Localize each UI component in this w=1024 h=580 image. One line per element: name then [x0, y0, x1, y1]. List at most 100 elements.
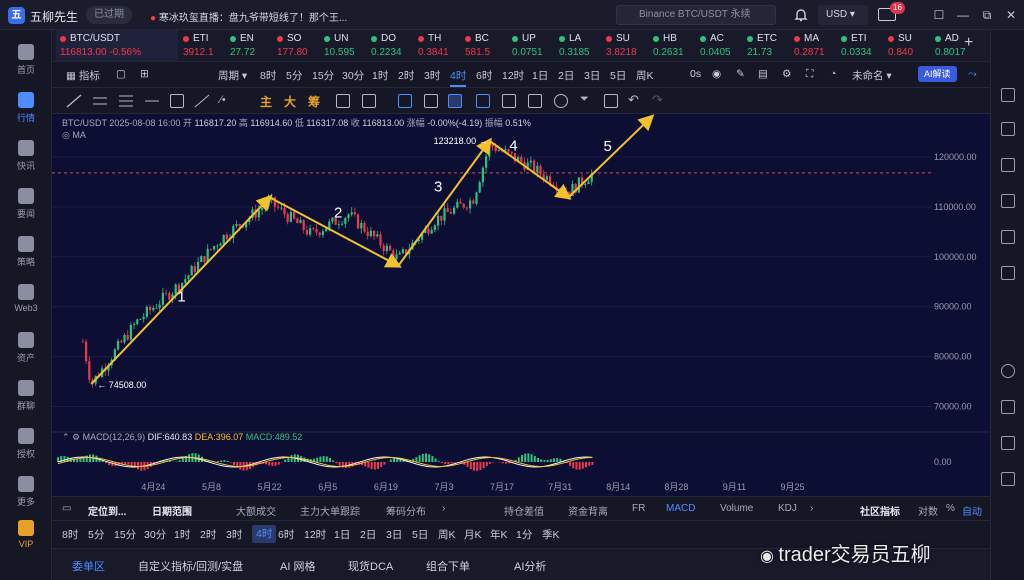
symbol-tab[interactable]: UP 0.0751 — [508, 30, 554, 61]
seconds-button[interactable]: 0s — [690, 68, 701, 80]
list-icon[interactable] — [1001, 122, 1015, 136]
ray-icon[interactable] — [194, 94, 210, 108]
collapse-icon[interactable]: ▭ — [62, 503, 71, 514]
user-icon[interactable] — [1001, 364, 1015, 378]
symbol-tab[interactable]: DO 0.2234 — [367, 30, 413, 61]
interval-2时[interactable]: 2时 — [398, 68, 414, 83]
interval-3时[interactable]: 3时 — [424, 68, 440, 83]
nav-chat[interactable]: 群聊 — [0, 380, 52, 412]
macd-legend[interactable]: ⌃ ⚙ MACD(12,26,9) DIF:640.83 DEA:396.07 … — [62, 432, 302, 443]
tab-ai-grid[interactable]: AI 网格 — [280, 558, 315, 574]
indicator-big-trade[interactable]: 大额成交 — [236, 503, 276, 518]
period-5分[interactable]: 5分 — [88, 527, 104, 542]
bell-icon[interactable] — [794, 7, 808, 23]
add-tab-button[interactable]: + — [964, 34, 973, 52]
cycle-icon[interactable] — [336, 94, 350, 108]
indicator-main-force[interactable]: 主力大单跟踪 — [300, 503, 360, 518]
symbol-tab[interactable]: AC 0.0405 — [696, 30, 742, 61]
nav-more[interactable]: 更多 — [0, 476, 52, 508]
news-ticker[interactable]: ● 寒冰玖玺直播：盘九爷带短线了！那个王... — [150, 9, 347, 24]
period-3日[interactable]: 3日 — [386, 527, 402, 542]
interval-15分[interactable]: 15分 — [312, 68, 334, 83]
alert-icon[interactable] — [1001, 266, 1015, 280]
symbol-tab[interactable]: BC 581.5 — [461, 30, 507, 61]
interval-12时[interactable]: 12时 — [502, 68, 524, 83]
calendar-icon[interactable]: ▢ — [116, 68, 126, 80]
interval-1时[interactable]: 1时 — [372, 68, 388, 83]
interval-5分[interactable]: 5分 — [286, 68, 302, 83]
period-周K[interactable]: 周K — [438, 527, 456, 542]
trash-icon[interactable] — [604, 94, 618, 108]
symbol-tab[interactable]: EN 27.72 — [226, 30, 272, 61]
locate-button[interactable]: 定位到... — [88, 503, 126, 518]
nav-strategy[interactable]: 策略 — [0, 236, 52, 268]
community-indicators[interactable]: 社区指标 — [860, 503, 900, 518]
restore-icon[interactable]: ☐ — [932, 8, 946, 22]
camera-icon[interactable]: ◉ — [712, 68, 721, 80]
indicator-macd[interactable]: MACD — [666, 503, 695, 514]
paint-icon[interactable] — [448, 94, 462, 108]
indicator-fr[interactable]: FR — [632, 503, 645, 514]
interval-30分[interactable]: 30分 — [342, 68, 364, 83]
nav-auth[interactable]: 授权 — [0, 428, 52, 460]
symbol-tab[interactable]: ETC 21.73 — [743, 30, 789, 61]
big-order-tag[interactable]: 大 — [284, 93, 296, 110]
nav-web3[interactable]: Web3 — [0, 284, 52, 313]
indicator-oi-diff[interactable]: 持仓差值 — [504, 503, 544, 518]
layout-icon[interactable] — [1001, 230, 1015, 244]
message-icon[interactable] — [1001, 436, 1015, 450]
percent-toggle[interactable]: % — [946, 503, 955, 514]
auto-toggle[interactable]: 自动 — [962, 503, 982, 518]
main-force-tag[interactable]: 主 — [260, 93, 272, 110]
indicators-button[interactable]: ▦ 指标 — [66, 68, 100, 83]
period-3时[interactable]: 3时 — [226, 527, 242, 542]
columns-icon[interactable] — [476, 94, 490, 108]
period-30分[interactable]: 30分 — [144, 527, 166, 542]
eye-icon[interactable] — [554, 94, 568, 108]
trades-icon[interactable] — [1001, 158, 1015, 172]
period-2时[interactable]: 2时 — [200, 527, 216, 542]
log-scale-toggle[interactable]: 对数 — [918, 503, 938, 518]
period-1日[interactable]: 1日 — [334, 527, 350, 542]
tab-custom-indicators[interactable]: 自定义指标/回测/实盘 — [138, 558, 243, 574]
interval-5日[interactable]: 5日 — [610, 68, 626, 83]
period-2日[interactable]: 2日 — [360, 527, 376, 542]
period-月K[interactable]: 月K — [464, 527, 482, 542]
undo-icon[interactable]: ↶ — [628, 92, 639, 108]
fib-icon[interactable] — [118, 94, 134, 108]
nav-home[interactable]: 首页 — [0, 44, 52, 76]
template-icon[interactable]: ◔ — [830, 68, 836, 80]
fullscreen-icon[interactable]: ⛶ — [806, 68, 813, 81]
nav-vip[interactable]: VIP — [0, 520, 52, 549]
symbol-tab[interactable]: SU 3.8218 — [602, 30, 648, 61]
tab-ai-analysis[interactable]: AI分析 — [514, 558, 546, 574]
nav-assets[interactable]: 资产 — [0, 332, 52, 364]
hline-icon[interactable] — [144, 94, 160, 108]
rectangle-icon[interactable] — [170, 94, 184, 108]
symbol-tab[interactable]: SO 177.80 — [273, 30, 319, 61]
period-12时[interactable]: 12时 — [304, 527, 326, 542]
period-1分[interactable]: 1分 — [516, 527, 532, 542]
interval-4时[interactable]: 4时 — [450, 68, 467, 87]
symbol-tab[interactable]: UN 10.595 — [320, 30, 366, 61]
expired-badge[interactable]: 已过期 — [86, 6, 132, 24]
redo-icon[interactable]: ↷ — [652, 92, 663, 108]
symbol-tab[interactable]: LA 0.3185 — [555, 30, 601, 61]
close-button[interactable]: ✕ — [1004, 8, 1018, 22]
symbol-tab-active[interactable]: BTC/USDT 116813.00 -0.56% — [56, 30, 178, 61]
crop-icon[interactable] — [398, 94, 412, 108]
nav-flash[interactable]: 快讯 — [0, 140, 52, 172]
currency-select[interactable]: USD ▾ — [818, 5, 868, 25]
compare-icon[interactable]: ⊞ — [140, 68, 149, 80]
indicator-divergence[interactable]: 资金背离 — [568, 503, 608, 518]
search-input[interactable]: Binance BTC/USDT 永续 — [616, 5, 776, 25]
period-15分[interactable]: 15分 — [114, 527, 136, 542]
calendar-icon[interactable] — [1001, 194, 1015, 208]
symbol-tab[interactable]: SU 0.840 — [884, 30, 930, 61]
settings-icon[interactable]: ⚙ — [782, 68, 791, 80]
interval-1日[interactable]: 1日 — [532, 68, 548, 83]
layout-select[interactable]: 未命名 ▾ — [852, 68, 892, 83]
symbol-tab[interactable]: TH 0.3841 — [414, 30, 460, 61]
maximize-button[interactable]: ⧉ — [980, 8, 994, 22]
tab-combo-order[interactable]: 组合下单 — [426, 558, 470, 574]
